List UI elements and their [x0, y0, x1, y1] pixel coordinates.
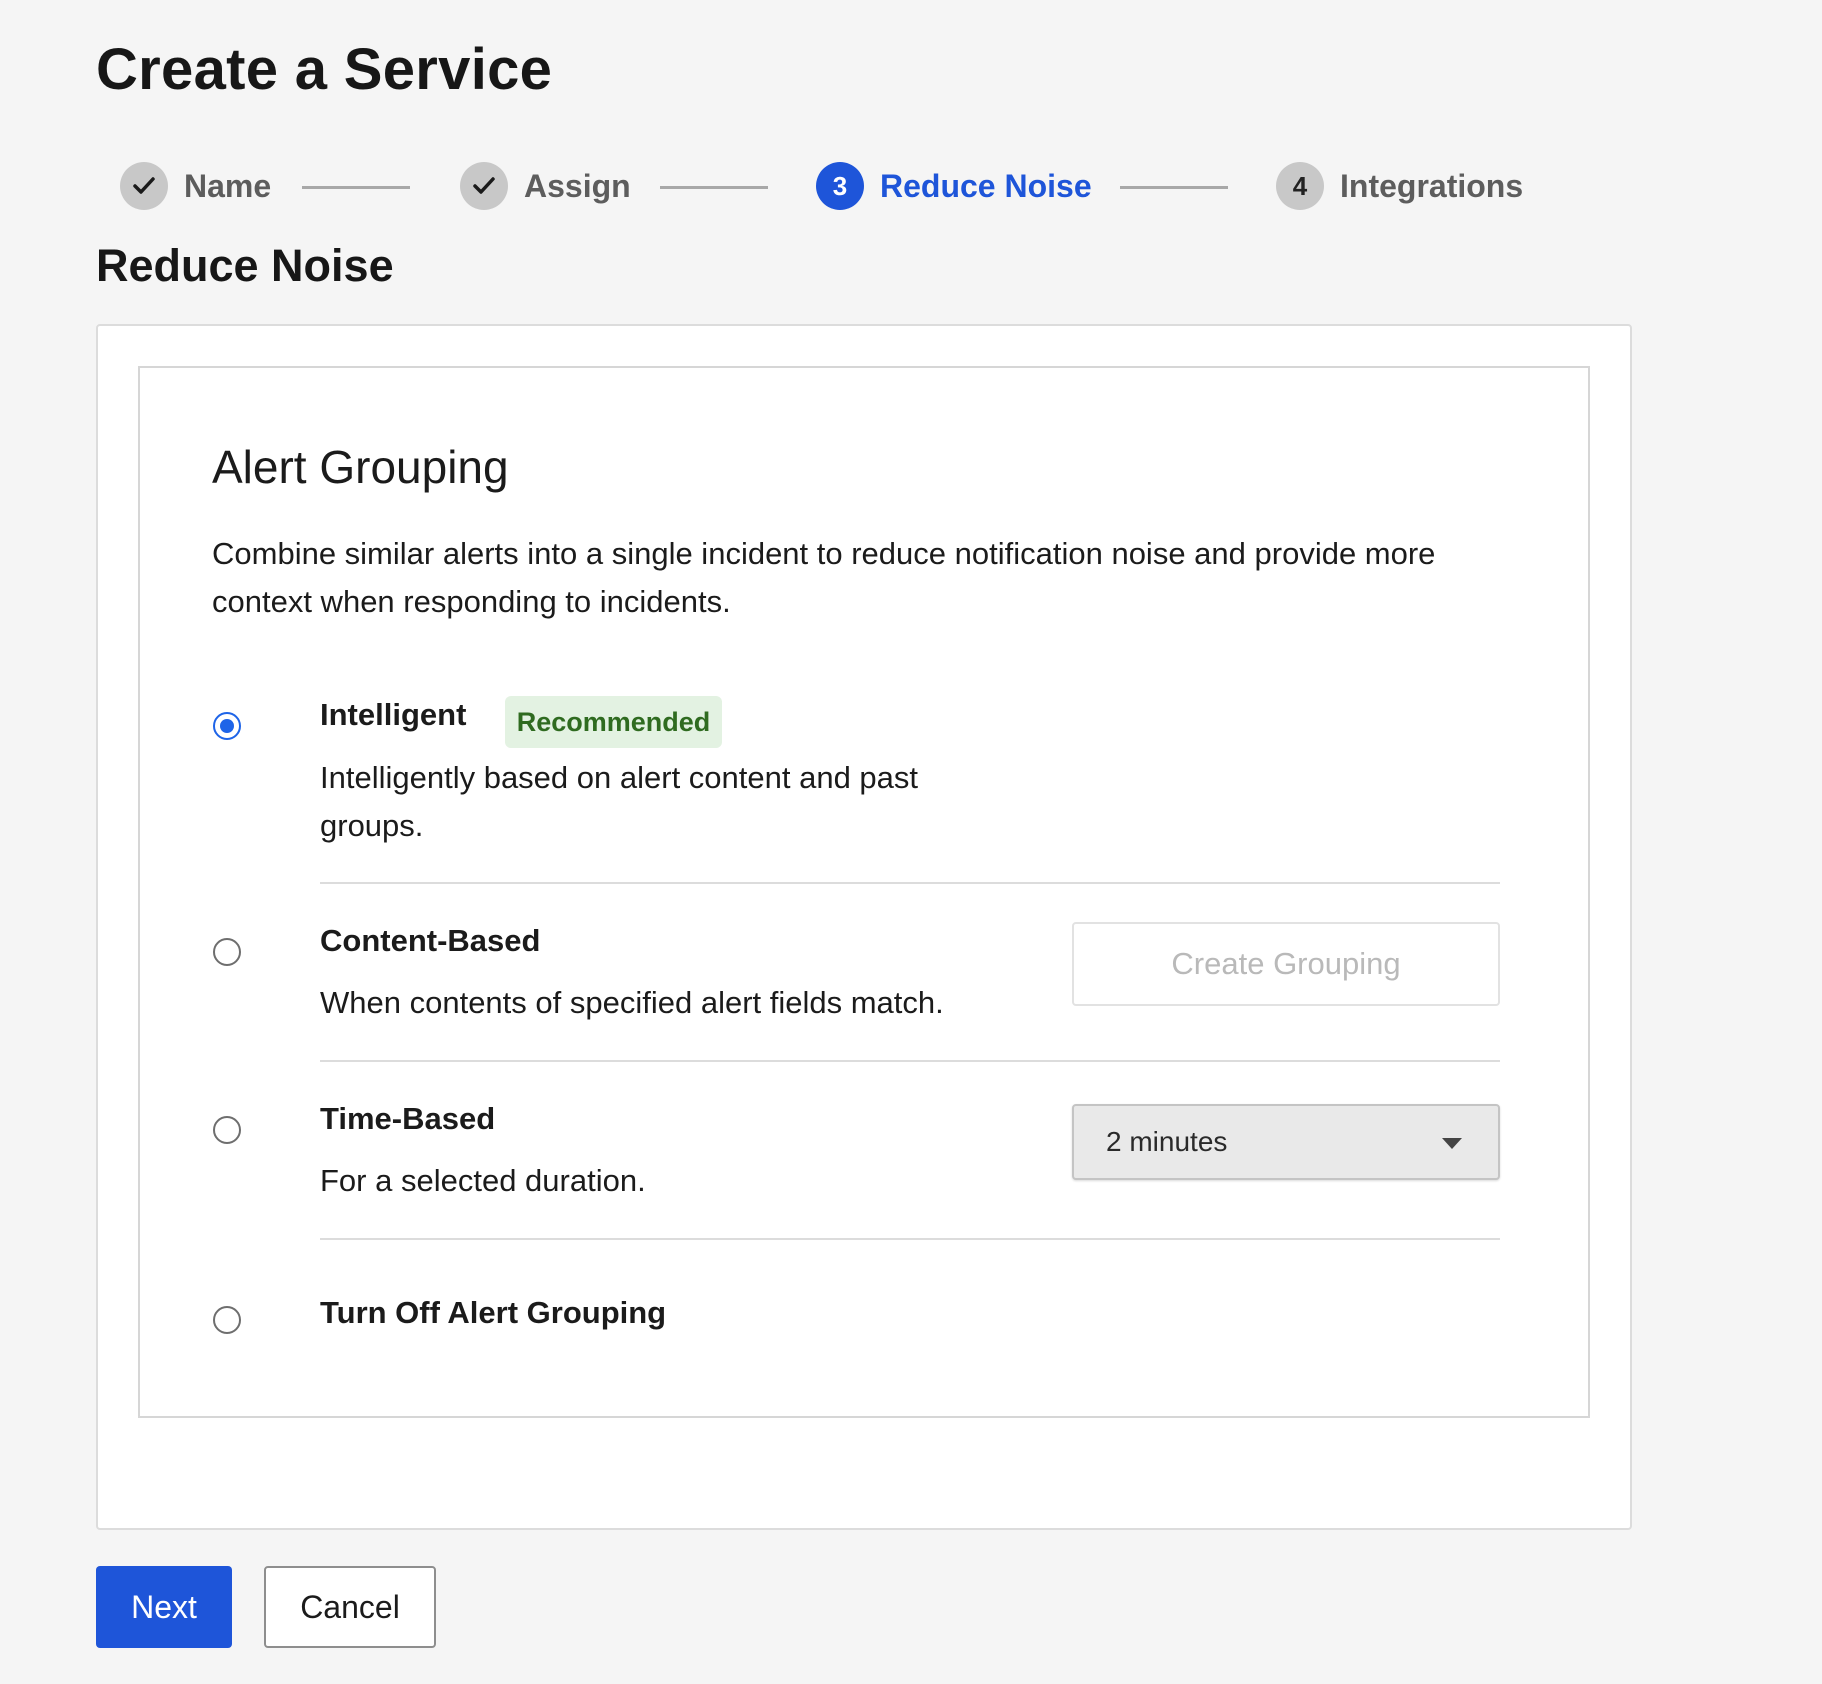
create-service-page: Create a Service Name Assign 3 Reduce No… [0, 0, 1822, 1684]
step-reduce-noise[interactable]: 3 Reduce Noise [816, 160, 1092, 212]
radio-content-based[interactable] [213, 938, 241, 966]
step-number-badge: 3 [816, 162, 864, 210]
option-desc-time-based: For a selected duration. [320, 1163, 646, 1198]
option-title-content-based: Content-Based [320, 923, 541, 958]
step-label: Reduce Noise [880, 167, 1092, 204]
duration-select[interactable]: 2 minutes [1072, 1104, 1500, 1180]
recommended-badge: Recommended [505, 696, 722, 748]
option-title-intelligent: Intelligent [320, 697, 467, 732]
step-integrations[interactable]: 4 Integrations [1276, 160, 1523, 212]
alert-grouping-title: Alert Grouping [212, 441, 509, 493]
step-connector [660, 186, 768, 189]
step-label: Assign [524, 167, 631, 204]
option-desc-intelligent: Intelligently based on alert content and… [320, 760, 919, 843]
divider [320, 1238, 1500, 1240]
step-number-badge: 4 [1276, 162, 1324, 210]
check-icon [120, 162, 168, 210]
chevron-down-icon [1442, 1138, 1462, 1149]
check-icon [460, 162, 508, 210]
option-title-turn-off: Turn Off Alert Grouping [320, 1295, 667, 1330]
stepper: Name Assign 3 Reduce Noise 4 Integration… [120, 160, 1580, 212]
cancel-button[interactable]: Cancel [264, 1566, 436, 1648]
duration-select-value: 2 minutes [1106, 1126, 1228, 1157]
radio-turn-off[interactable] [213, 1306, 241, 1334]
alert-grouping-description: Combine similar alerts into a single inc… [212, 536, 1436, 619]
step-label: Integrations [1340, 167, 1524, 204]
radio-time-based[interactable] [213, 1116, 241, 1144]
alert-grouping-panel [138, 366, 1590, 1418]
step-connector [1120, 186, 1228, 189]
step-label: Name [184, 167, 272, 204]
step-assign[interactable]: Assign [460, 160, 631, 212]
step-connector [302, 186, 410, 189]
create-grouping-button[interactable]: Create Grouping [1072, 922, 1500, 1006]
next-button[interactable]: Next [96, 1566, 232, 1648]
page-title: Create a Service [96, 37, 553, 102]
option-desc-content-based: When contents of specified alert fields … [320, 985, 944, 1020]
option-title-time-based: Time-Based [320, 1101, 496, 1136]
step-name[interactable]: Name [120, 160, 271, 212]
divider [320, 1060, 1500, 1062]
radio-intelligent[interactable] [213, 712, 241, 740]
divider [320, 882, 1500, 884]
section-title: Reduce Noise [96, 240, 394, 291]
